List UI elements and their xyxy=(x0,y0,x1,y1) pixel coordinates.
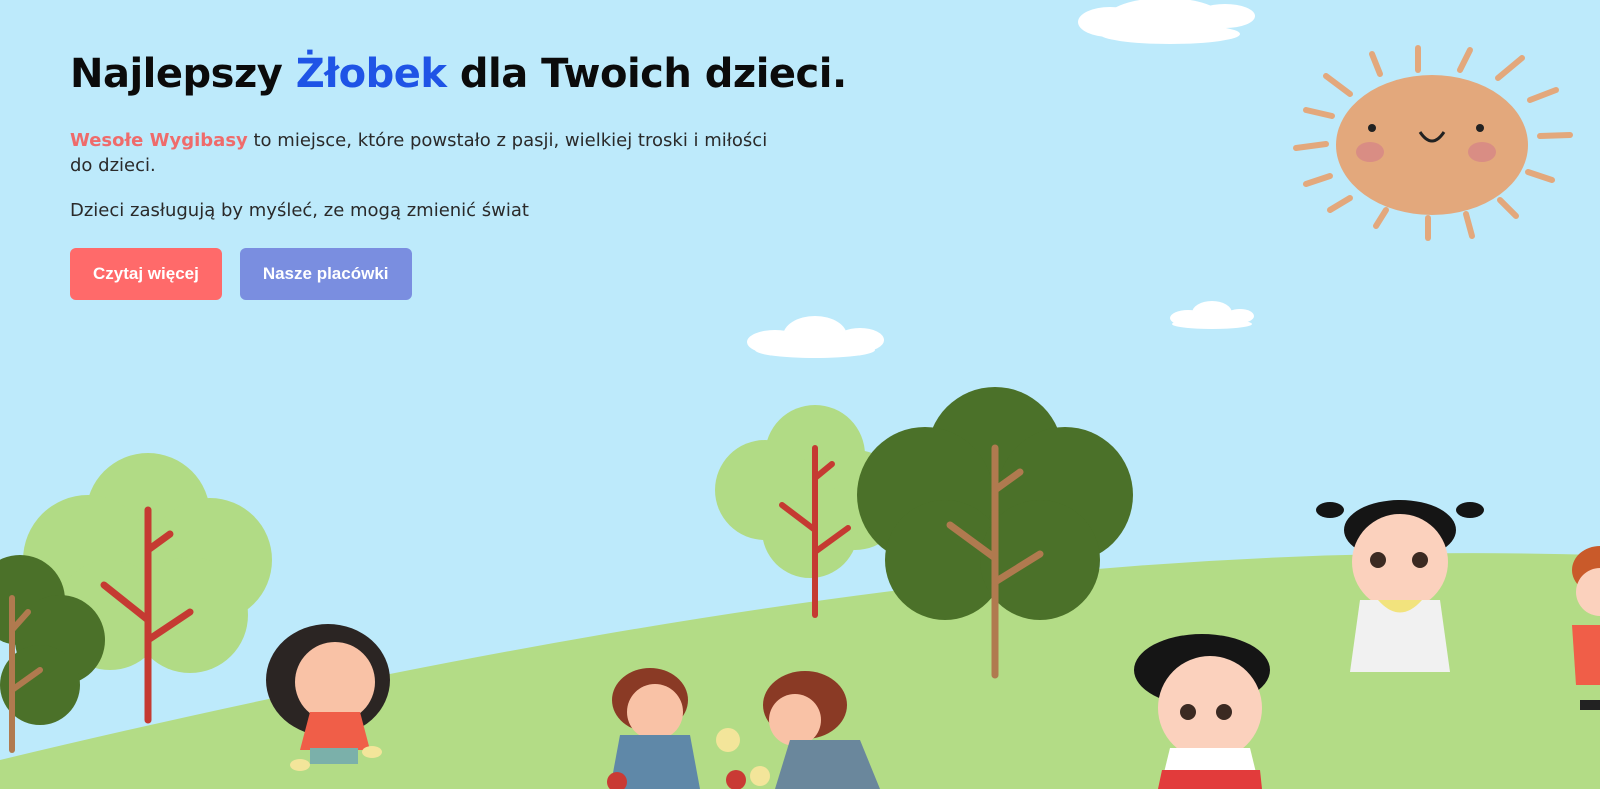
title-part: dla Twoich dzieci. xyxy=(446,51,847,97)
tagline: Dzieci zasługują by myśleć, ze mogą zmie… xyxy=(70,200,529,221)
intro-text: Wesołe Wygibasy to miejsce, które powsta… xyxy=(70,128,790,178)
title-accent: Żłobek xyxy=(295,51,447,97)
hero-buttons: Czytaj więcej Nasze placówki xyxy=(70,248,870,300)
hero-section: Najlepszy Żłobek dla Twoich dzieci. Weso… xyxy=(70,50,870,300)
cloud-icon xyxy=(747,316,884,358)
cloud-icon xyxy=(1170,301,1254,329)
page-title: Najlepszy Żłobek dla Twoich dzieci. xyxy=(70,50,870,98)
cloud-icon xyxy=(1078,0,1255,44)
sun-icon xyxy=(1293,45,1573,241)
title-part: Najlepszy xyxy=(70,51,296,97)
read-more-button[interactable]: Czytaj więcej xyxy=(70,248,222,300)
our-locations-button[interactable]: Nasze placówki xyxy=(239,248,412,300)
brand-name: Wesołe Wygibasy xyxy=(70,130,248,151)
